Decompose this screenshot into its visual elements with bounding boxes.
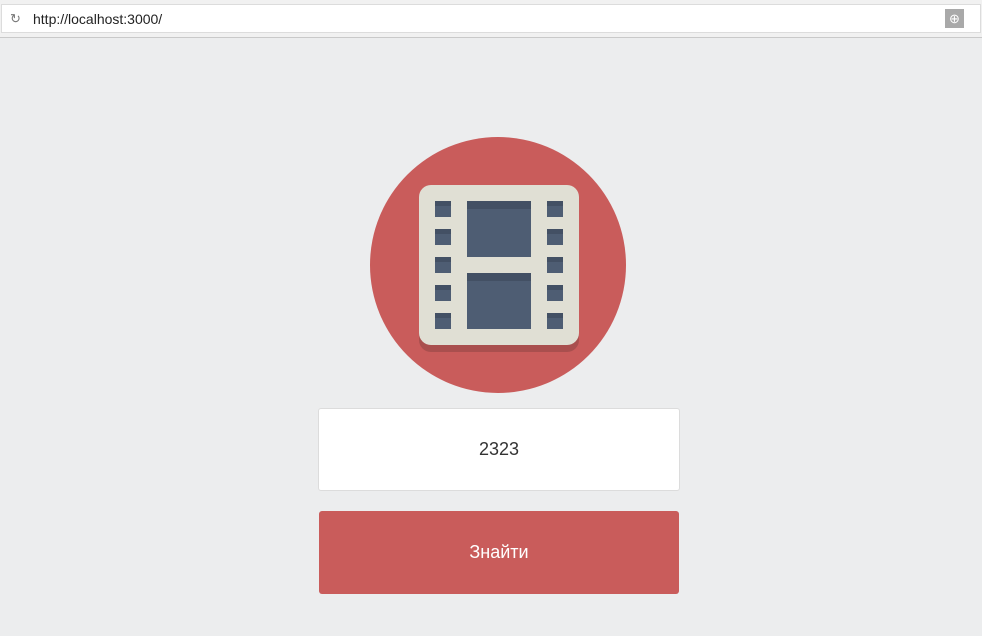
search-button[interactable]: Знайти bbox=[319, 511, 679, 594]
address-bar[interactable]: ↻ http://localhost:3000/ ⊕ bbox=[1, 4, 981, 33]
search-input[interactable] bbox=[318, 408, 680, 491]
globe-icon[interactable]: ⊕ bbox=[945, 9, 964, 28]
reload-icon[interactable]: ↻ bbox=[10, 11, 22, 27]
film-logo-icon bbox=[370, 137, 626, 393]
url-text[interactable]: http://localhost:3000/ bbox=[33, 11, 162, 27]
browser-toolbar: ↻ http://localhost:3000/ ⊕ bbox=[0, 0, 982, 38]
